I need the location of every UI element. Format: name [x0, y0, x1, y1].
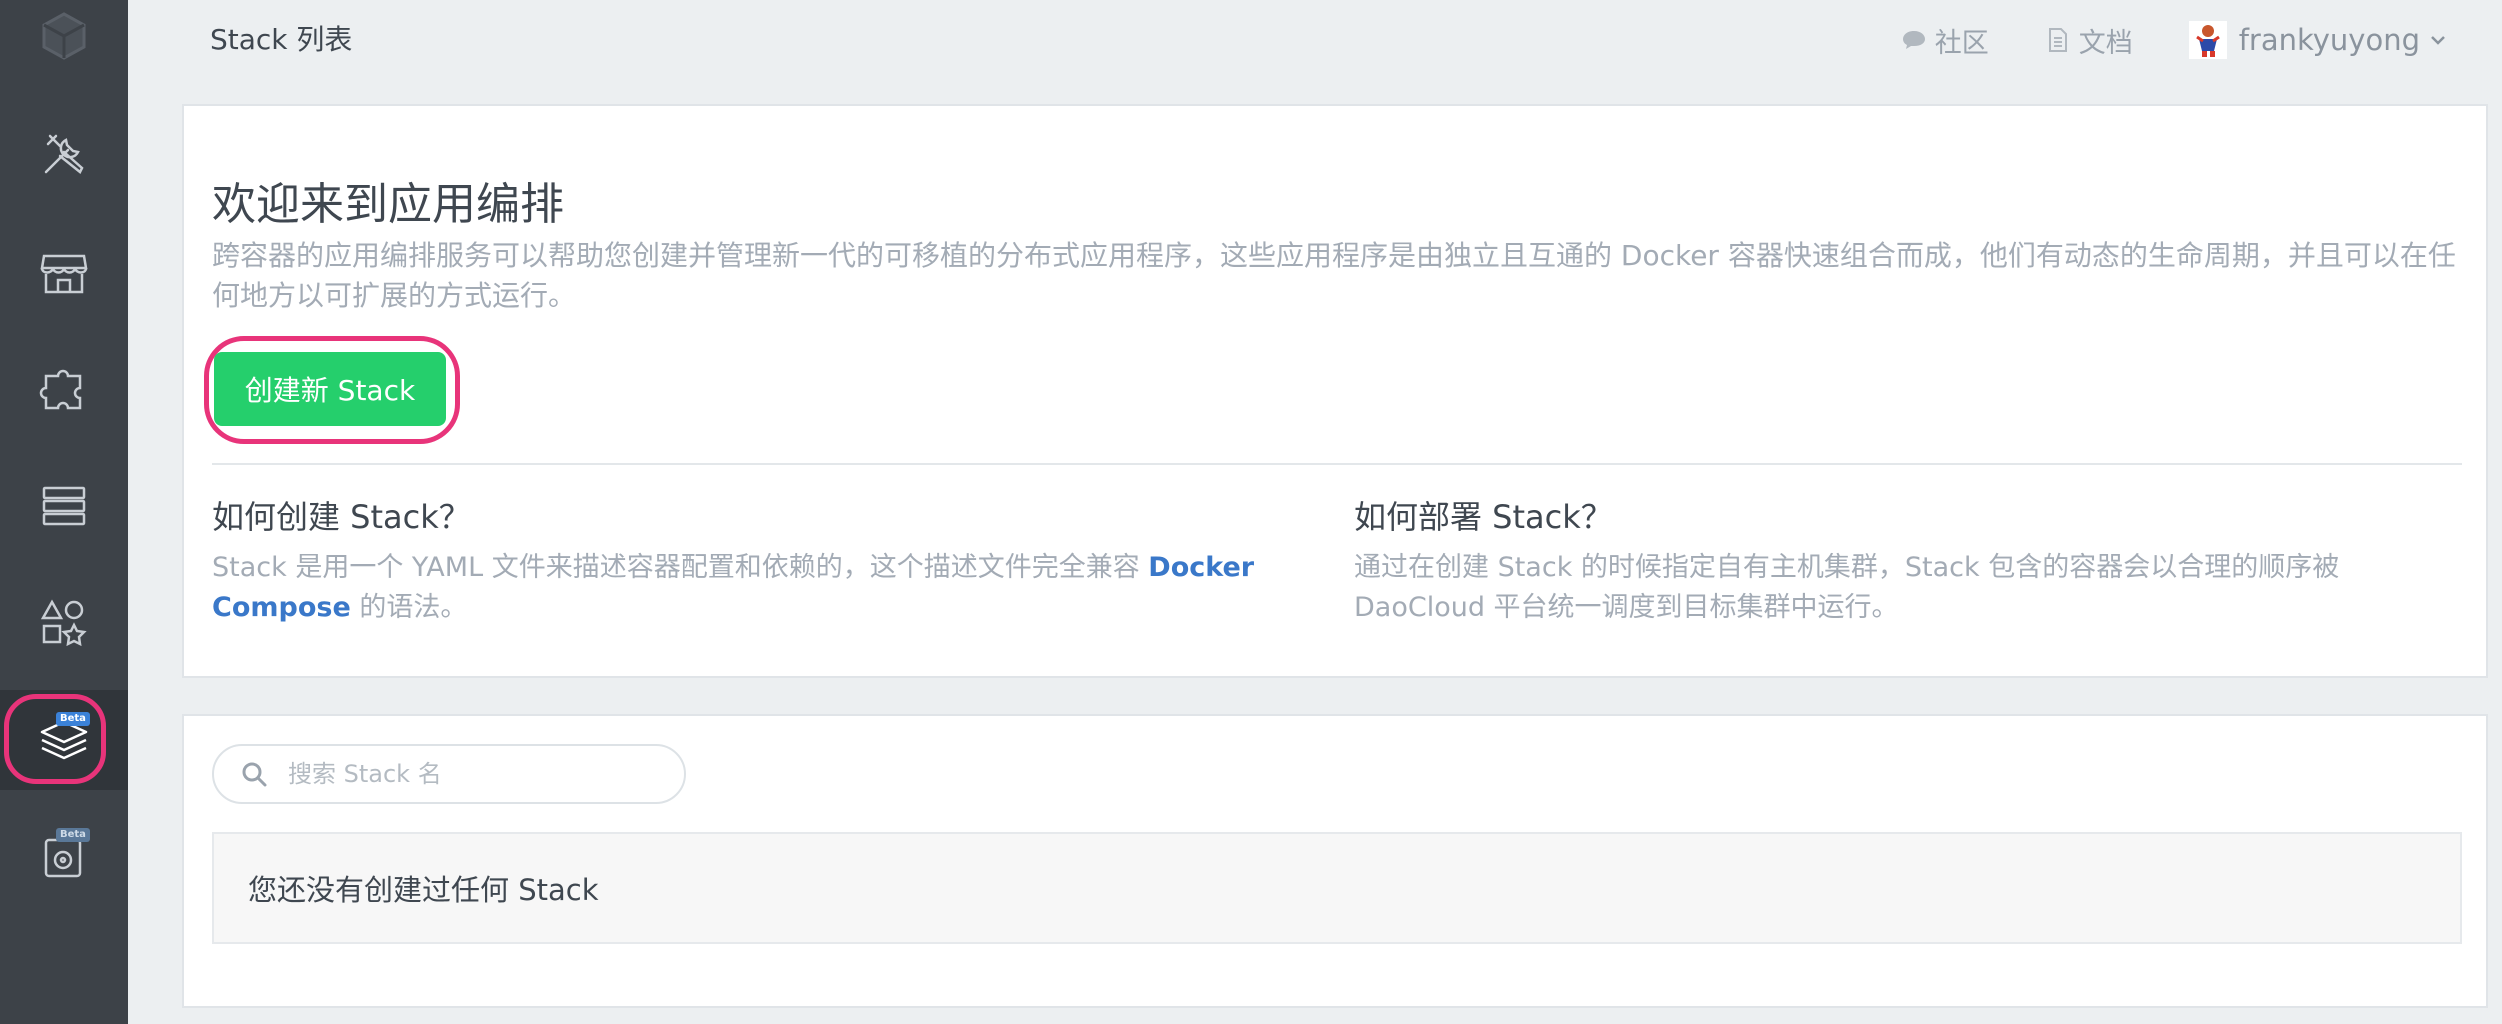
howto-create-text-before: Stack 是用一个 YAML 文件来描述容器配置和依赖的，这个描述文件完全兼容 [212, 552, 1149, 583]
docs-label: 文档 [2078, 27, 2133, 59]
howto-deploy-section: 如何部署 Stack？ 通过在创建 Stack 的时候指定自有主机集群，Stac… [1354, 492, 2464, 628]
page-title: Stack 列表 [210, 23, 353, 56]
stack-list-card: 您还没有创建过任何 Stack [182, 714, 2488, 1008]
document-icon [2048, 28, 2067, 52]
search-box[interactable] [212, 744, 686, 804]
howto-create-section: 如何创建 Stack？ Stack 是用一个 YAML 文件来描述容器配置和依赖… [212, 492, 1322, 628]
sidebar-item-volumes[interactable] [0, 806, 128, 906]
chat-bubble-icon [1902, 31, 1925, 49]
beta-badge: Beta [56, 828, 90, 842]
puzzle-icon [39, 369, 82, 410]
sidebar-item-tools[interactable] [0, 104, 128, 204]
empty-state: 您还没有创建过任何 Stack [212, 832, 2462, 944]
sidebar: Beta Beta [0, 0, 128, 1024]
welcome-description: 跨容器的应用编排服务可以帮助您创建并管理新一代的可移植的分布式应用程序，这些应用… [212, 239, 2456, 312]
top-nav: 社区 文档 frankyuyong [1901, 18, 2502, 62]
server-icon [42, 486, 86, 526]
search-input[interactable] [286, 759, 670, 789]
cube-logo-icon [42, 12, 86, 60]
sidebar-item-servers[interactable] [0, 456, 128, 556]
docs-link[interactable]: 文档 [2045, 21, 2133, 60]
user-menu[interactable]: frankyuyong [2188, 21, 2448, 59]
store-icon [40, 254, 88, 294]
welcome-title: 欢迎来到应用编排 [212, 179, 564, 230]
sidebar-item-store[interactable] [0, 222, 128, 322]
sidebar-logo[interactable] [0, 0, 128, 72]
create-stack-button[interactable]: 创建新 Stack [214, 352, 446, 426]
username: frankyuyong [2238, 23, 2420, 57]
howto-create-title: 如何创建 Stack？ [212, 498, 471, 536]
howto-deploy-title: 如何部署 Stack？ [1354, 498, 1613, 536]
community-label: 社区 [1934, 27, 1989, 59]
beta-badge: Beta [56, 712, 90, 726]
welcome-card: 欢迎来到应用编排 跨容器的应用编排服务可以帮助您创建并管理新一代的可移植的分布式… [182, 104, 2488, 678]
tools-icon [44, 134, 84, 174]
avatar [2188, 21, 2227, 59]
howto-create-text: Stack 是用一个 YAML 文件来描述容器配置和依赖的，这个描述文件完全兼容… [212, 548, 1322, 628]
divider [212, 463, 2462, 465]
community-link[interactable]: 社区 [1901, 21, 1989, 60]
howto-deploy-text: 通过在创建 Stack 的时候指定自有主机集群，Stack 包含的容器会以合理的… [1354, 552, 2340, 623]
empty-message: 您还没有创建过任何 Stack [248, 873, 599, 907]
sidebar-item-services[interactable] [0, 572, 128, 672]
sidebar-item-integrations[interactable] [0, 340, 128, 440]
search-icon [242, 762, 267, 787]
stacks-highlight-ring [4, 694, 106, 784]
howto-create-text-after: 的语法。 [350, 592, 468, 623]
chevron-down-icon [2431, 36, 2445, 45]
shapes-icon [40, 599, 87, 647]
